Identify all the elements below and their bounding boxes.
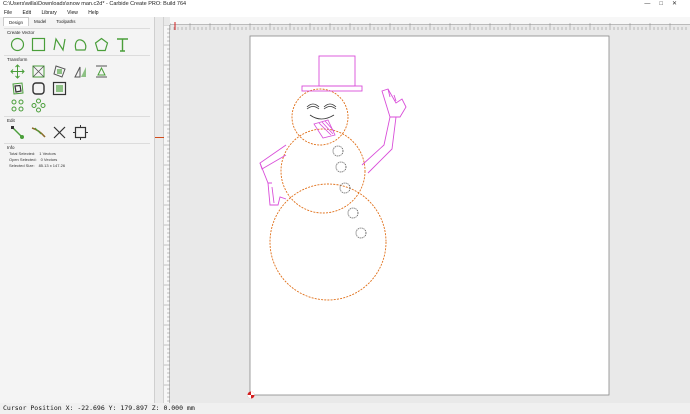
rotate-icon[interactable] [51, 64, 68, 79]
tab-model[interactable]: Model [29, 17, 51, 26]
transform-section: Transform [4, 55, 150, 114]
open-selected-label: Open Selected: [9, 157, 37, 162]
polygon-icon[interactable] [93, 37, 110, 52]
create-vector-title: Create Vector [7, 30, 35, 35]
info-title: Info [7, 145, 15, 150]
curve-icon[interactable] [72, 37, 89, 52]
cut-icon[interactable] [51, 125, 68, 140]
selected-size-value: 85.13 x 147.26 [38, 163, 66, 168]
status-bar: Cursor Position X: -22.696 Y: 179.897 Z:… [0, 403, 690, 414]
box-select-icon[interactable] [72, 125, 89, 140]
menu-help[interactable]: Help [88, 10, 98, 16]
transform-title: Transform [7, 57, 28, 62]
tab-toolpaths[interactable]: Toolpaths [51, 17, 80, 26]
origin-marker[interactable] [247, 391, 255, 399]
total-selected-label: Total Selected: [9, 151, 36, 156]
info-section: Info Total Selected: 1 Vectors Open Selec… [4, 143, 150, 169]
boolean-icon[interactable] [51, 81, 68, 96]
design-panel: Design Model Toolpaths Create Vector Tra… [0, 17, 155, 403]
offset-icon[interactable] [9, 81, 26, 96]
menu-view[interactable]: View [67, 10, 78, 16]
menu-edit[interactable]: Edit [22, 10, 31, 16]
vertical-ruler-cursor-marker [155, 137, 164, 138]
total-selected-value: 1 Vectors [39, 151, 56, 156]
node-edit-icon[interactable] [9, 125, 26, 140]
circle-icon[interactable] [9, 37, 26, 52]
rectangle-icon[interactable] [30, 37, 47, 52]
scale-icon[interactable] [30, 64, 47, 79]
design-canvas[interactable] [164, 17, 690, 403]
cursor-position: Cursor Position X: -22.696 Y: 179.897 Z:… [3, 404, 195, 412]
panel-splitter[interactable] [155, 17, 164, 403]
menu-file[interactable]: File [4, 10, 12, 16]
menu-bar: File Edit Library View Help [0, 9, 690, 17]
text-icon[interactable] [114, 37, 131, 52]
polyline-icon[interactable] [51, 37, 68, 52]
align-icon[interactable] [93, 64, 110, 79]
window-controls[interactable]: —□✕ [644, 0, 686, 9]
open-selected-value: 0 Vectors [40, 157, 58, 162]
trim-icon[interactable] [30, 125, 47, 140]
stock-material[interactable] [249, 35, 610, 396]
workspace-drawing [247, 35, 610, 399]
move-icon[interactable] [9, 64, 26, 79]
array-icon[interactable] [9, 98, 26, 113]
mirror-icon[interactable] [72, 64, 89, 79]
selected-size-label: Selected Size: [9, 163, 35, 168]
create-vector-section: Create Vector [4, 28, 150, 53]
window-title: C:\Users\willa\Downloads\snow man.c2d* -… [3, 1, 187, 7]
edit-title: Edit [7, 118, 15, 123]
menu-library[interactable]: Library [41, 10, 56, 16]
tab-design[interactable]: Design [3, 17, 30, 26]
fillet-icon[interactable] [30, 81, 47, 96]
panel-tabs: Design Model Toolpaths [0, 17, 154, 26]
title-bar: C:\Users\willa\Downloads\snow man.c2d* -… [0, 0, 690, 9]
circular-array-icon[interactable] [30, 98, 47, 113]
edit-section: Edit [4, 116, 150, 141]
